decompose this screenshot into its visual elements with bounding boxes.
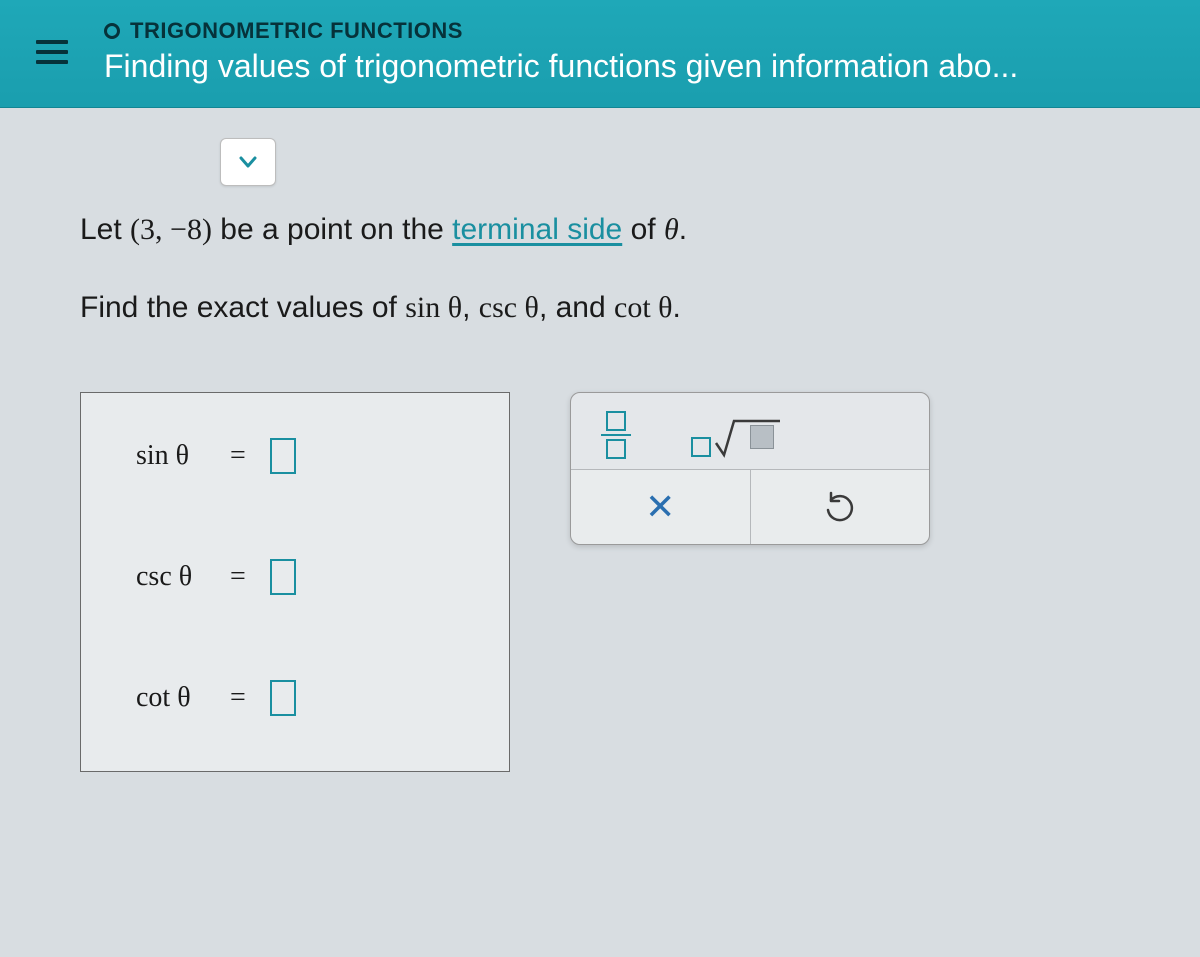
- input-csc[interactable]: [270, 559, 296, 595]
- fraction-icon: [601, 411, 631, 459]
- problem-line-1: Let (3, −8) be a point on the terminal s…: [80, 206, 1120, 254]
- equals-sign: =: [230, 561, 246, 593]
- bullet-icon: [104, 23, 120, 39]
- answer-box: sin θ = csc θ = cot θ =: [80, 392, 510, 772]
- header: TRIGONOMETRIC FUNCTIONS Finding values o…: [0, 0, 1200, 108]
- text: Let: [80, 213, 130, 246]
- terminal-side-link[interactable]: terminal side: [452, 213, 622, 246]
- work-area: sin θ = csc θ = cot θ =: [80, 392, 1120, 772]
- input-sin[interactable]: [270, 438, 296, 474]
- text: of: [622, 213, 664, 246]
- page-title: Finding values of trigonometric function…: [104, 48, 1170, 85]
- category-label: TRIGONOMETRIC FUNCTIONS: [130, 18, 463, 44]
- tool-row-top: [571, 393, 929, 469]
- text: be a point on the: [212, 213, 452, 246]
- text: Find the exact values of: [80, 291, 405, 324]
- clear-button[interactable]: ✕: [571, 470, 751, 544]
- input-cot[interactable]: [270, 680, 296, 716]
- label-cot: cot θ: [136, 682, 206, 714]
- answer-row-cot: cot θ =: [136, 680, 469, 716]
- text: .: [679, 213, 687, 246]
- problem-line-2: Find the exact values of sin θ, csc θ, a…: [80, 284, 1120, 332]
- sqrt-tool-button[interactable]: [691, 411, 784, 459]
- tool-panel: ✕: [570, 392, 930, 545]
- content-area: Let (3, −8) be a point on the terminal s…: [0, 108, 1200, 802]
- point-value: (3, −8): [130, 213, 212, 246]
- func-csc: csc θ: [479, 291, 539, 324]
- equals-sign: =: [230, 682, 246, 714]
- undo-icon: [823, 490, 857, 524]
- tool-row-bottom: ✕: [571, 469, 929, 544]
- text: , and: [539, 291, 614, 324]
- category-row: TRIGONOMETRIC FUNCTIONS: [104, 18, 1170, 44]
- text: ,: [462, 291, 479, 324]
- answer-row-sin: sin θ =: [136, 438, 469, 474]
- chevron-down-icon: [236, 150, 260, 174]
- func-sin: sin θ: [405, 291, 462, 324]
- label-csc: csc θ: [136, 561, 206, 593]
- undo-button[interactable]: [751, 470, 930, 544]
- hamburger-menu-icon[interactable]: [30, 32, 74, 72]
- close-icon: ✕: [645, 486, 675, 528]
- fraction-tool-button[interactable]: [601, 411, 631, 459]
- sqrt-icon: [691, 411, 784, 459]
- func-cot: cot θ: [614, 291, 673, 324]
- answer-row-csc: csc θ =: [136, 559, 469, 595]
- expand-button[interactable]: [220, 138, 276, 186]
- text: .: [673, 291, 681, 324]
- equals-sign: =: [230, 440, 246, 472]
- theta-symbol: θ: [664, 213, 679, 246]
- label-sin: sin θ: [136, 440, 206, 472]
- header-text: TRIGONOMETRIC FUNCTIONS Finding values o…: [104, 18, 1170, 85]
